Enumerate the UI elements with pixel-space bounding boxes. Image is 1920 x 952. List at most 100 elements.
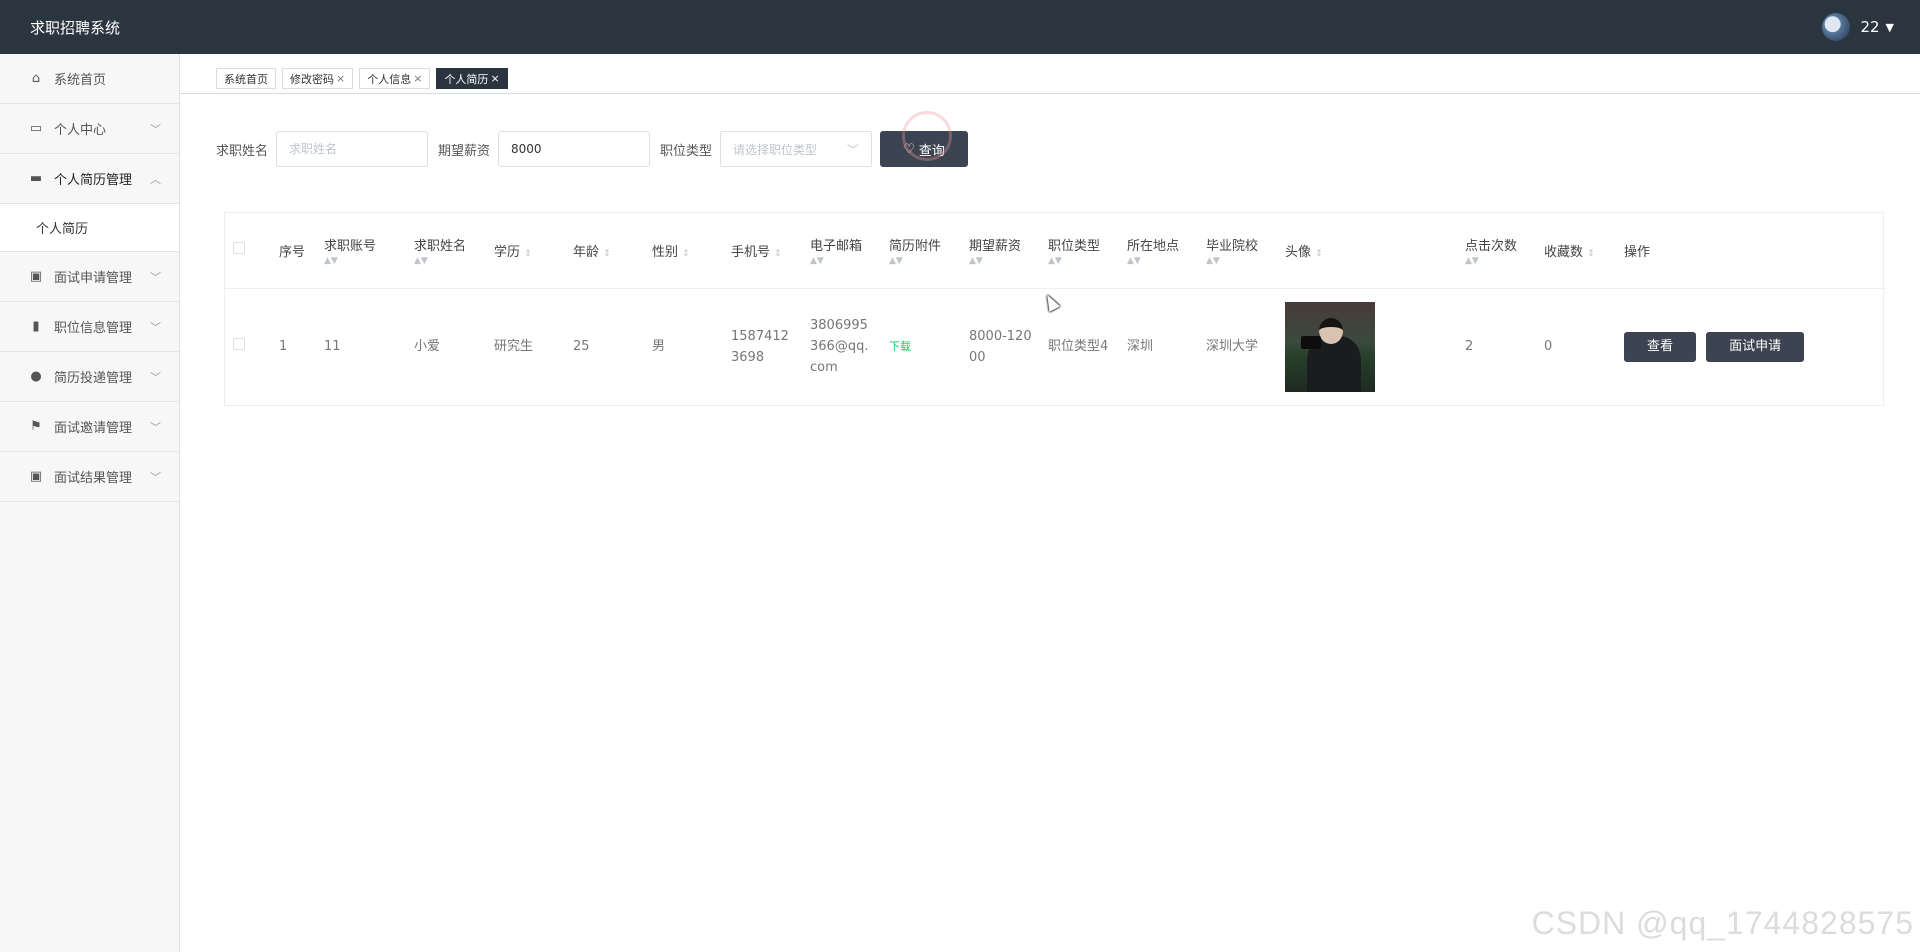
sidebar-item-label: 职位信息管理 bbox=[54, 321, 133, 336]
sidebar-item-resume-management[interactable]: ▬ 个人简历管理 ︿ bbox=[0, 154, 179, 204]
cell-education: 研究生 bbox=[494, 339, 534, 355]
monitor-icon: ▬ bbox=[29, 171, 43, 186]
cell-avatar bbox=[1277, 288, 1457, 405]
flag-icon: ⚑ bbox=[30, 419, 42, 434]
sort-icon[interactable]: ⇕ bbox=[1315, 249, 1323, 259]
chevron-down-icon: ﹀ bbox=[847, 142, 860, 157]
home-icon: ⌂ bbox=[31, 71, 41, 86]
cell-name: 小爱 bbox=[414, 339, 441, 355]
sort-icon[interactable]: ▲▼ bbox=[1206, 256, 1269, 266]
close-icon[interactable]: × bbox=[413, 72, 422, 85]
user-icon: ● bbox=[30, 369, 42, 384]
close-icon[interactable]: × bbox=[490, 72, 499, 85]
user-menu[interactable]: 22 ▼ bbox=[1822, 13, 1894, 41]
sort-icon[interactable]: ▲▼ bbox=[414, 256, 478, 266]
cell-account: 11 bbox=[324, 339, 341, 355]
sidebar-item-interview-results[interactable]: ▣ 面试结果管理 ﹀ bbox=[0, 452, 179, 502]
sidebar-item-home[interactable]: ⌂ 系统首页 bbox=[0, 54, 179, 104]
cell-favorites: 0 bbox=[1544, 339, 1553, 355]
close-icon[interactable]: × bbox=[336, 72, 345, 85]
cell-location: 深圳 bbox=[1127, 339, 1154, 355]
tab-label: 个人信息 bbox=[367, 72, 412, 86]
view-button[interactable]: 查看 bbox=[1624, 331, 1696, 362]
column-header[interactable]: 手机号 ⇕ bbox=[723, 213, 802, 289]
column-header[interactable]: 期望薪资 ▲▼ bbox=[961, 213, 1040, 289]
sort-icon[interactable]: ⇕ bbox=[774, 249, 782, 259]
tab-label: 修改密码 bbox=[290, 72, 334, 86]
column-header[interactable]: 求职姓名 ▲▼ bbox=[406, 213, 486, 289]
sort-icon[interactable]: ⇕ bbox=[1587, 249, 1595, 259]
sort-icon[interactable]: ▲▼ bbox=[810, 256, 873, 266]
select-all-checkbox[interactable] bbox=[233, 242, 245, 255]
sort-icon[interactable]: ⇕ bbox=[682, 249, 690, 259]
column-header[interactable]: 学历 ⇕ bbox=[486, 213, 565, 289]
chevron-down-icon: ﹀ bbox=[150, 122, 161, 136]
sidebar-item-label: 简历投递管理 bbox=[54, 371, 133, 386]
chevron-down-icon: ﹀ bbox=[150, 320, 161, 334]
chevron-down-icon: ﹀ bbox=[150, 420, 161, 434]
sidebar-subitem-label: 个人简历 bbox=[36, 222, 89, 237]
tab-change-password[interactable]: 修改密码 × bbox=[282, 68, 354, 89]
column-header[interactable]: 简历附件 ▲▼ bbox=[881, 213, 961, 289]
avatar-photo[interactable] bbox=[1285, 301, 1375, 392]
row-checkbox[interactable] bbox=[233, 338, 245, 351]
column-header[interactable]: 电子邮箱 ▲▼ bbox=[802, 213, 881, 289]
column-header[interactable]: 性别 ⇕ bbox=[644, 213, 723, 289]
job-type-placeholder: 请选择职位类型 bbox=[733, 142, 818, 157]
query-button[interactable]: ♡ 查询 bbox=[880, 111, 969, 167]
column-header[interactable]: 所在地点 ▲▼ bbox=[1119, 213, 1198, 289]
cell-salary: 8000-12000 bbox=[969, 328, 1032, 365]
select-all-cell[interactable] bbox=[225, 213, 271, 289]
sort-icon[interactable]: ▲▼ bbox=[889, 256, 953, 266]
column-header[interactable]: 毕业院校 ▲▼ bbox=[1198, 213, 1277, 289]
column-header[interactable]: 点击次数 ▲▼ bbox=[1457, 213, 1536, 289]
column-header[interactable]: 职位类型 ▲▼ bbox=[1040, 213, 1119, 289]
cell-index: 1 bbox=[279, 339, 288, 355]
sidebar: ⌂ 系统首页 ▭ 个人中心 ﹀ ▬ 个人简历管理 ︿ 个人简历 ▣ 面试申请管理… bbox=[0, 54, 180, 952]
tab-home[interactable]: 系统首页 bbox=[216, 68, 276, 89]
interview-apply-button[interactable]: 面试申请 bbox=[1706, 331, 1805, 362]
sort-icon[interactable]: ▲▼ bbox=[1465, 256, 1528, 266]
chevron-up-icon: ︿ bbox=[150, 172, 161, 186]
cell-age: 25 bbox=[573, 339, 590, 355]
sidebar-subitem-resume[interactable]: 个人简历 bbox=[0, 204, 179, 252]
sort-icon[interactable]: ▲▼ bbox=[969, 256, 1032, 266]
cell-actions: 查看 面试申请 bbox=[1616, 288, 1886, 405]
name-search-input[interactable] bbox=[276, 131, 429, 167]
cell-clicks: 2 bbox=[1465, 339, 1474, 355]
chevron-down-icon: ﹀ bbox=[150, 470, 161, 484]
sort-icon[interactable]: ▲▼ bbox=[1127, 256, 1190, 266]
click-ripple bbox=[902, 111, 953, 161]
column-header[interactable]: 序号 bbox=[271, 213, 316, 289]
sidebar-item-label: 面试邀请管理 bbox=[54, 421, 133, 436]
column-header[interactable]: 年龄 ⇕ bbox=[565, 213, 644, 289]
username[interactable]: 22 bbox=[1860, 18, 1879, 36]
row-select-cell[interactable] bbox=[225, 288, 271, 405]
caret-down-icon[interactable]: ▼ bbox=[1886, 21, 1894, 34]
sidebar-item-interview-applications[interactable]: ▣ 面试申请管理 ﹀ bbox=[0, 252, 179, 302]
cell-gender: 男 bbox=[652, 339, 666, 355]
column-header[interactable]: 求职账号 ▲▼ bbox=[316, 213, 406, 289]
sort-icon[interactable]: ▲▼ bbox=[324, 256, 398, 266]
sidebar-item-label: 个人简历管理 bbox=[54, 173, 133, 188]
app-title: 求职招聘系统 bbox=[30, 18, 121, 37]
sidebar-item-job-info[interactable]: ▮ 职位信息管理 ﹀ bbox=[0, 302, 179, 352]
sidebar-item-resume-delivery[interactable]: ● 简历投递管理 ﹀ bbox=[0, 352, 179, 402]
sort-icon[interactable]: ▲▼ bbox=[1048, 256, 1111, 266]
table-header-row: 序号 求职账号 ▲▼ 求职姓名 ▲▼ 学历 ⇕ 年龄 ⇕ 性别 ⇕ 手机号 ⇕ 电子邮箱 ▲▼… bbox=[225, 213, 1886, 289]
download-link[interactable]: 下载 bbox=[889, 340, 911, 353]
clipboard-check-icon: ▣ bbox=[29, 469, 43, 484]
tab-resume[interactable]: 个人简历 × bbox=[436, 68, 508, 89]
sidebar-item-personal-center[interactable]: ▭ 个人中心 ﹀ bbox=[0, 104, 179, 154]
sort-icon[interactable]: ⇕ bbox=[524, 249, 532, 259]
column-header[interactable]: 头像 ⇕ bbox=[1277, 213, 1457, 289]
column-header[interactable]: 收藏数 ⇕ bbox=[1536, 213, 1616, 289]
job-type-select[interactable]: 请选择职位类型 ﹀ bbox=[720, 131, 873, 167]
column-header: 操作 bbox=[1616, 213, 1886, 289]
user-avatar[interactable] bbox=[1822, 13, 1851, 41]
tab-personal-info[interactable]: 个人信息 × bbox=[359, 68, 431, 89]
sort-icon[interactable]: ⇕ bbox=[603, 249, 611, 259]
salary-search-input[interactable] bbox=[498, 131, 651, 167]
divider bbox=[180, 93, 1920, 94]
sidebar-item-interview-invitations[interactable]: ⚑ 面试邀请管理 ﹀ bbox=[0, 402, 179, 452]
